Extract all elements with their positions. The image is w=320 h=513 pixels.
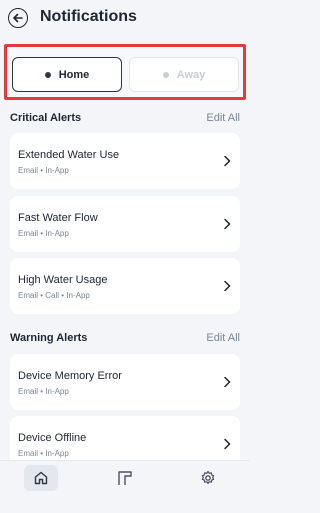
alert-channels: Email • In-App (18, 449, 69, 458)
selected-dot-icon (44, 71, 51, 78)
chevron-right-icon (224, 218, 231, 230)
chevron-right-icon (224, 438, 231, 450)
chevron-right-icon (224, 376, 231, 388)
tab-devices[interactable] (108, 465, 142, 491)
section-title: Critical Alerts (10, 112, 82, 124)
alert-item-fast-water-flow[interactable]: Fast Water Flow Email • In-App (10, 196, 240, 252)
section-title: Warning Alerts (10, 332, 88, 344)
header: Notifications (0, 0, 250, 38)
devices-icon (118, 471, 132, 485)
mode-away-button[interactable]: Away (129, 57, 239, 92)
gear-icon (201, 470, 215, 485)
home-icon (34, 471, 48, 485)
alert-title: Extended Water Use (18, 149, 120, 161)
mode-away-label: Away (176, 68, 206, 81)
back-button[interactable] (8, 8, 28, 28)
mode-home-label: Home (58, 68, 90, 81)
alert-item-extended-water-use[interactable]: Extended Water Use Email • In-App (10, 133, 240, 189)
tab-settings[interactable] (191, 465, 225, 491)
alert-channels: Email • In-App (18, 166, 69, 175)
tab-home[interactable] (24, 465, 58, 491)
alert-title: Device Memory Error (18, 370, 122, 382)
alert-channels: Email • In-App (18, 229, 69, 238)
alert-title: Fast Water Flow (18, 212, 98, 224)
mode-home-button[interactable]: Home (12, 57, 122, 92)
chevron-right-icon (224, 280, 231, 292)
unselected-dot-icon (162, 71, 169, 78)
alert-title: Device Offline (18, 432, 87, 444)
bottom-tab-bar (0, 460, 250, 513)
alert-title: High Water Usage (18, 274, 108, 286)
edit-all-button[interactable]: Edit All (206, 112, 240, 124)
edit-all-button[interactable]: Edit All (206, 332, 240, 344)
page-title: Notifications (40, 8, 137, 25)
chevron-right-icon (224, 155, 231, 167)
alert-item-device-memory-error[interactable]: Device Memory Error Email • In-App (10, 354, 240, 410)
arrow-left-icon (13, 13, 23, 23)
section-header-warning: Warning Alerts Edit All (10, 330, 240, 346)
alert-channels: Email • Call • In-App (18, 291, 90, 300)
alert-channels: Email • In-App (18, 387, 69, 396)
alert-item-high-water-usage[interactable]: High Water Usage Email • Call • In-App (10, 258, 240, 314)
section-header-critical: Critical Alerts Edit All (10, 110, 240, 126)
